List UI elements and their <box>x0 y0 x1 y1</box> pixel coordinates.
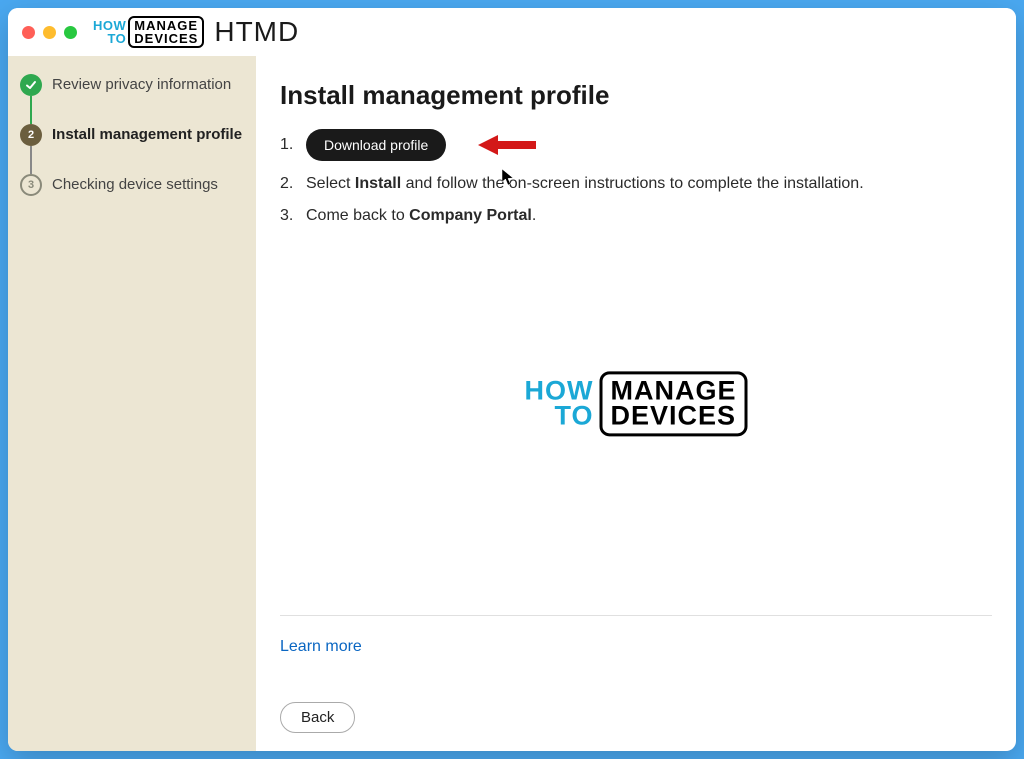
step-checking-settings[interactable]: 3 Checking device settings <box>20 174 244 224</box>
instruction-3: 3. Come back to Company Portal. <box>280 207 992 225</box>
logo-howto-text: HOW TO <box>525 378 594 429</box>
step-install-profile[interactable]: 2 Install management profile <box>20 124 244 174</box>
page-title: Install management profile <box>280 80 992 111</box>
step-label: Install management profile <box>52 124 242 145</box>
instruction-2: 2. Select Install and follow the on-scre… <box>280 175 992 193</box>
checkmark-icon <box>20 74 42 96</box>
minimize-icon[interactable] <box>43 26 56 39</box>
app-title: HTMD <box>214 16 299 48</box>
instruction-number: 3. <box>280 207 298 225</box>
step-list: Review privacy information 2 Install man… <box>20 74 244 224</box>
titlebar: HOW TO MANAGE DEVICES HTMD <box>8 8 1016 56</box>
arrow-left-icon <box>478 133 538 157</box>
app-window: HOW TO MANAGE DEVICES HTMD Review privac… <box>8 8 1016 751</box>
zoom-icon[interactable] <box>64 26 77 39</box>
content-area: Review privacy information 2 Install man… <box>8 56 1016 751</box>
window-controls <box>22 26 77 39</box>
close-icon[interactable] <box>22 26 35 39</box>
divider <box>280 615 992 616</box>
step-review-privacy[interactable]: Review privacy information <box>20 74 244 124</box>
logo-managedevices-text: MANAGE DEVICES <box>128 16 204 48</box>
download-profile-button[interactable]: Download profile <box>306 129 446 161</box>
header-logo: HOW TO MANAGE DEVICES HTMD <box>93 16 299 48</box>
instruction-1: 1. Download profile <box>280 129 992 161</box>
instructions-list: 1. Download profile 2. Select Install an… <box>280 129 992 239</box>
footer: Learn more Back <box>280 615 992 733</box>
main-panel: Install management profile 1. Download p… <box>256 56 1016 751</box>
step-label: Checking device settings <box>52 174 218 195</box>
step-label: Review privacy information <box>52 74 231 95</box>
instruction-text: Select Install and follow the on-screen … <box>306 175 864 193</box>
logo-managedevices-text: MANAGE DEVICES <box>599 371 747 436</box>
instruction-number: 2. <box>280 175 298 193</box>
back-button[interactable]: Back <box>280 702 355 733</box>
instruction-text: Come back to Company Portal. <box>306 207 536 225</box>
logo-howto-text: HOW TO <box>93 19 126 45</box>
instruction-number: 1. <box>280 136 298 154</box>
learn-more-link[interactable]: Learn more <box>280 638 362 656</box>
sidebar: Review privacy information 2 Install man… <box>8 56 256 751</box>
step-number-icon: 2 <box>20 124 42 146</box>
step-number-icon: 3 <box>20 174 42 196</box>
watermark-logo: HOW TO MANAGE DEVICES <box>525 371 748 436</box>
